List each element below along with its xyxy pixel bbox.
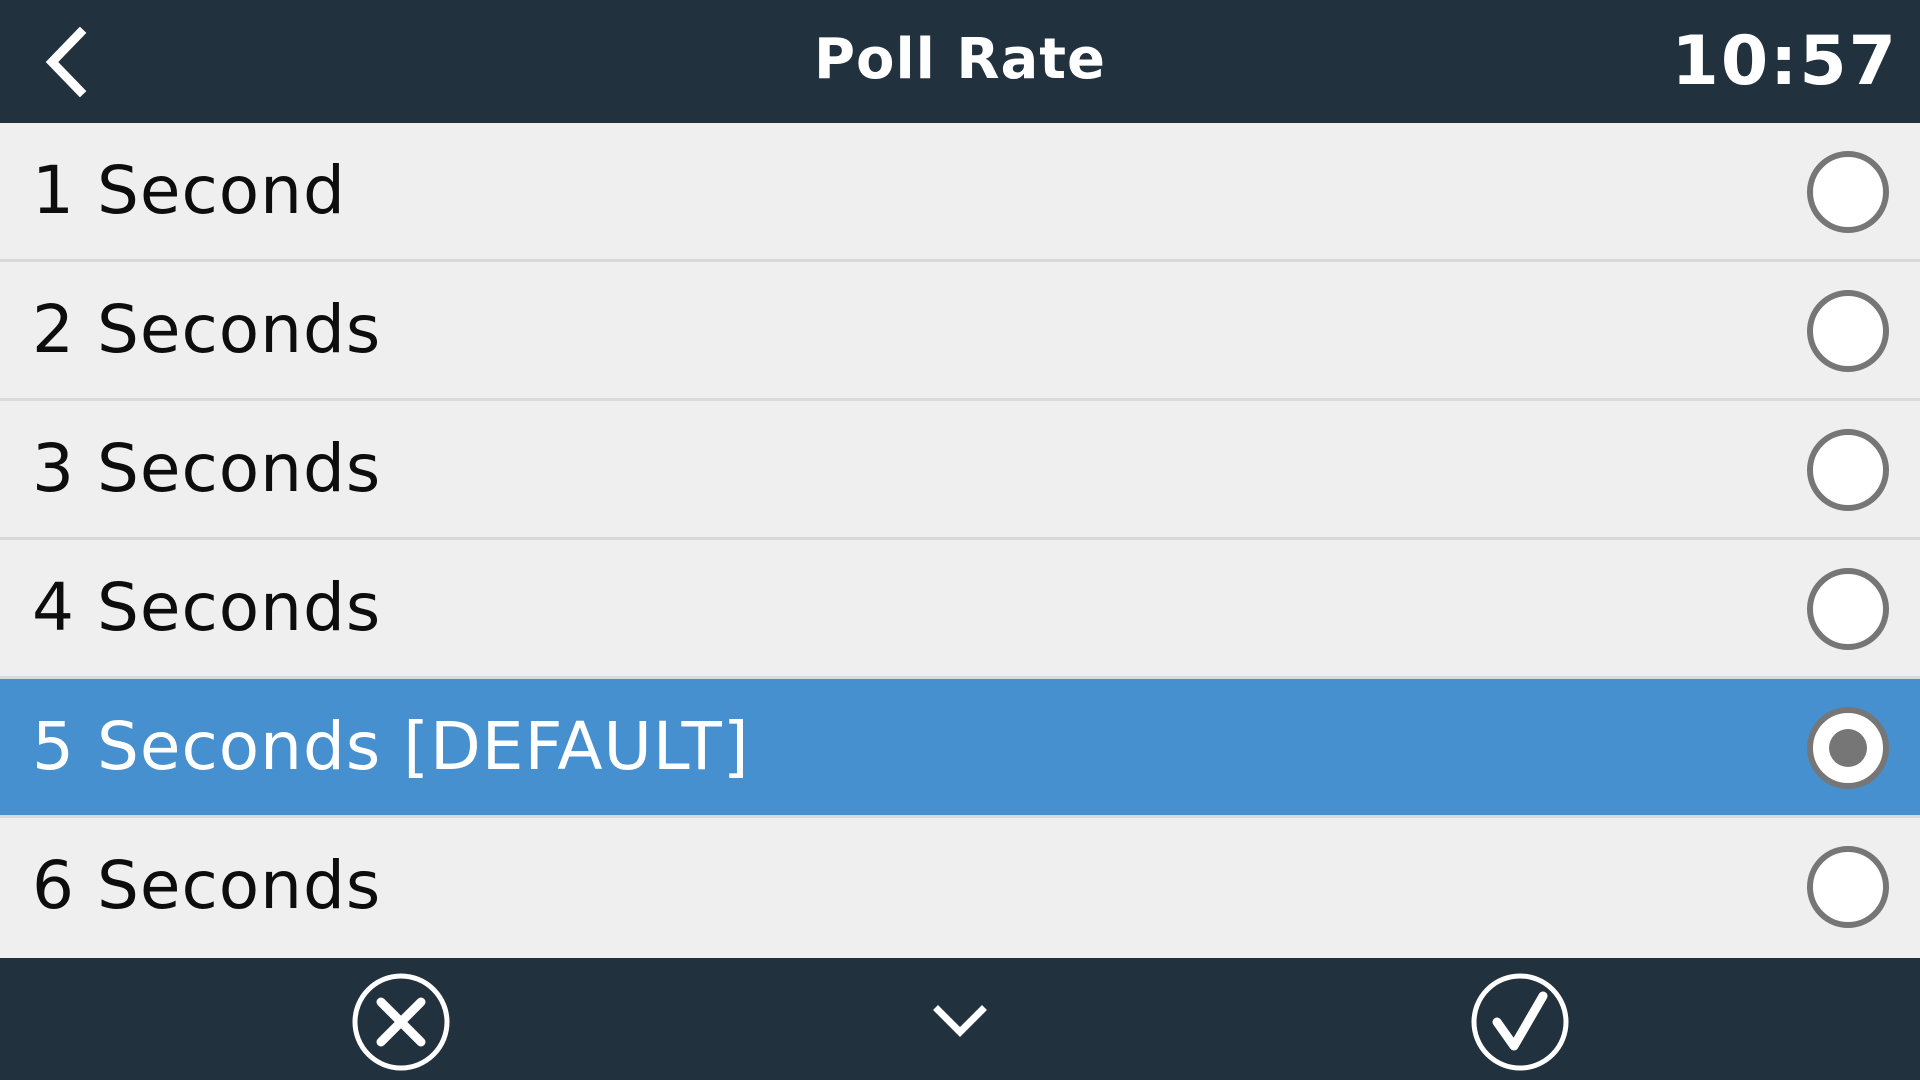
option-label: 5 Seconds [DEFAULT] (32, 708, 750, 785)
radio-checked-icon[interactable] (1806, 706, 1890, 790)
page-title: Poll Rate (813, 27, 1107, 92)
radio-unchecked-icon[interactable] (1806, 428, 1890, 512)
cancel-button[interactable] (351, 972, 451, 1072)
clock: 10:57 (1671, 22, 1898, 101)
scroll-down-button[interactable] (910, 972, 1010, 1072)
option-label: 4 Seconds (32, 569, 382, 646)
option-row-5-seconds-default[interactable]: 5 Seconds [DEFAULT] (0, 679, 1920, 818)
chevron-down-icon (933, 1005, 987, 1037)
radio-unchecked-icon[interactable] (1806, 150, 1890, 234)
option-list: 1 Second 2 Seconds 3 Seconds 4 Seconds 5… (0, 123, 1920, 958)
top-bar: Poll Rate 10:57 (0, 0, 1920, 123)
radio-unchecked-icon[interactable] (1806, 289, 1890, 373)
option-row-1-second[interactable]: 1 Second (0, 123, 1920, 262)
option-row-3-seconds[interactable]: 3 Seconds (0, 401, 1920, 540)
option-label: 1 Second (32, 152, 346, 229)
option-row-4-seconds[interactable]: 4 Seconds (0, 540, 1920, 679)
radio-unchecked-icon[interactable] (1806, 845, 1890, 929)
confirm-button[interactable] (1470, 972, 1570, 1072)
option-label: 6 Seconds (32, 847, 382, 924)
close-circle-icon (352, 973, 450, 1071)
bottom-bar (0, 958, 1920, 1080)
radio-unchecked-icon[interactable] (1806, 567, 1890, 651)
check-circle-icon (1471, 973, 1569, 1071)
option-label: 3 Seconds (32, 430, 382, 507)
option-row-2-seconds[interactable]: 2 Seconds (0, 262, 1920, 401)
option-label: 2 Seconds (32, 291, 382, 368)
option-row-6-seconds[interactable]: 6 Seconds (0, 818, 1920, 954)
